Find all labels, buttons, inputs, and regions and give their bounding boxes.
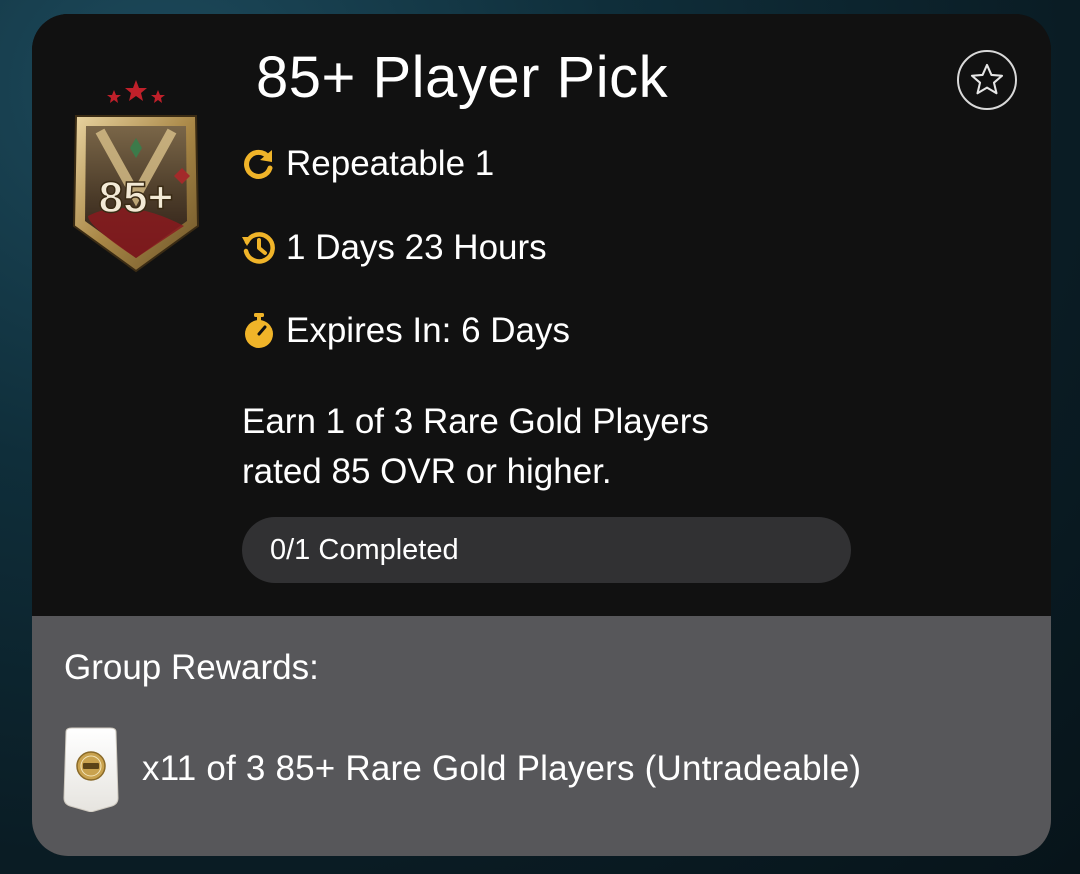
expires-text: Expires In: 6 Days <box>286 311 570 350</box>
objective-details-section: 85+ 85+ Player Pick Repeatable 1 1 Days … <box>32 14 1051 616</box>
expires-row: Expires In: 6 Days <box>240 311 570 351</box>
history-clock-icon <box>240 229 278 267</box>
favorite-button[interactable] <box>957 50 1017 110</box>
star-outline-icon <box>970 63 1004 95</box>
group-rewards-heading: Group Rewards: <box>64 648 319 687</box>
description-line-1: Earn 1 of 3 Rare Gold Players <box>242 402 709 441</box>
description-line-2: rated 85 OVR or higher. <box>242 452 612 491</box>
progress-label: 0/1 Completed <box>270 534 459 566</box>
85-plus-badge-icon: 85+ <box>72 80 200 273</box>
refresh-icon <box>240 145 278 183</box>
stopwatch-icon <box>240 312 278 350</box>
time-remaining-row: 1 Days 23 Hours <box>240 228 547 268</box>
player-pack-card-icon <box>63 727 119 812</box>
objective-description: Earn 1 of 3 Rare Gold Players rated 85 O… <box>242 397 802 497</box>
reward-item[interactable]: x11 of 3 85+ Rare Gold Players (Untradea… <box>62 726 861 812</box>
repeatable-row: Repeatable 1 <box>240 144 494 184</box>
repeatable-text: Repeatable 1 <box>286 144 495 183</box>
badge-label: 85+ <box>99 173 174 222</box>
time-remaining-text: 1 Days 23 Hours <box>286 228 547 267</box>
reward-text: x11 of 3 85+ Rare Gold Players (Untradea… <box>142 749 862 788</box>
objective-title: 85+ Player Pick <box>256 45 669 110</box>
objective-card[interactable]: 85+ 85+ Player Pick Repeatable 1 1 Days … <box>32 14 1051 856</box>
progress-bar: 0/1 Completed <box>242 517 851 583</box>
